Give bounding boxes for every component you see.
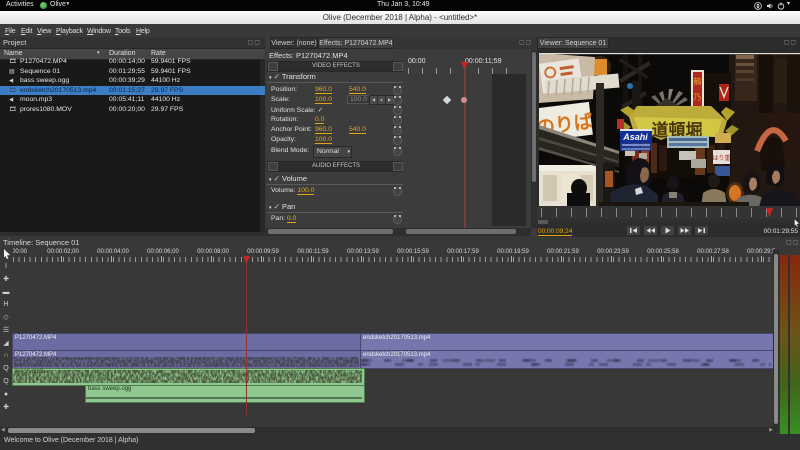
svg-text:Asahi: Asahi bbox=[622, 132, 648, 142]
svg-text:はり重: はり重 bbox=[712, 154, 730, 162]
svg-text:乃: 乃 bbox=[694, 93, 702, 102]
svg-text:鶴: 鶴 bbox=[694, 76, 702, 86]
